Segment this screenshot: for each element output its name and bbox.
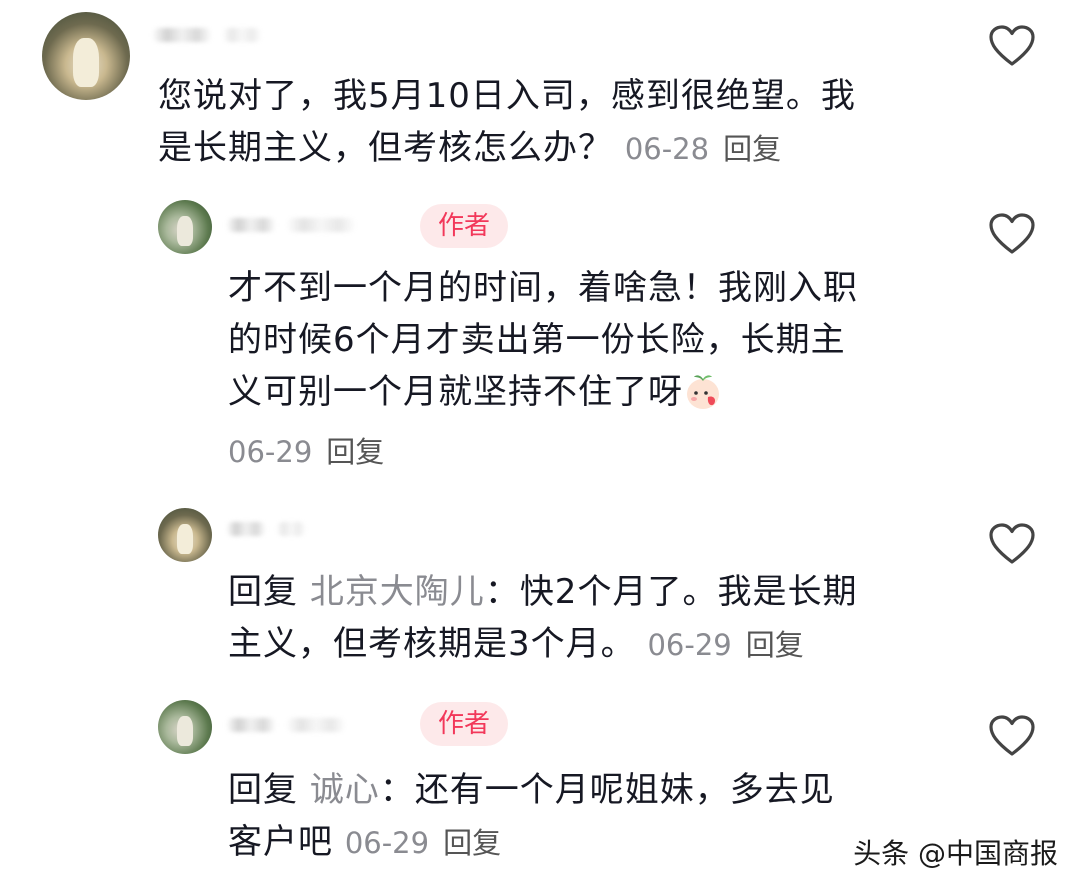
peach-face-emoji-icon <box>687 375 719 409</box>
comment-date: 06-28 <box>624 132 710 166</box>
reply-button[interactable]: 回复 <box>443 826 501 860</box>
comment-text: 回复 诚心：还有一个月呢姐妹，多去见 客户吧 06-29 回复 <box>228 770 835 862</box>
reply-prefix: 回复 <box>228 572 298 612</box>
comment-date: 06-29 <box>647 628 732 662</box>
heart-outline-icon[interactable] <box>988 24 1036 68</box>
heart-outline-icon[interactable] <box>988 522 1036 566</box>
comment-item-3: 回复 北京大陶儿：快2个月了。我是长期 主义，但考核期是3个月。 06-29 回复 <box>0 500 1080 690</box>
author-badge: 作者 <box>420 702 509 746</box>
avatar[interactable] <box>158 700 212 754</box>
comment-date: 06-29 <box>228 435 313 469</box>
username-blurred[interactable] <box>226 514 306 544</box>
comment-item-1: 您说对了，我5月10日入司，感到很绝望。我 是长期主义，但考核怎么办？ 06-2… <box>0 0 1080 190</box>
comment-text: 回复 北京大陶儿：快2个月了。我是长期 主义，但考核期是3个月。 06-29 回复 <box>228 572 858 664</box>
username-blurred[interactable] <box>226 710 346 740</box>
heart-outline-icon[interactable] <box>988 212 1036 256</box>
comment-item-2: 作者 才不到一个月的时间，着啥急！我刚入职 的时候6个月才卖出第一份长险，长期主… <box>0 190 1080 490</box>
avatar[interactable] <box>158 200 212 254</box>
author-badge: 作者 <box>420 204 509 248</box>
avatar[interactable] <box>158 508 212 562</box>
comment-date: 06-29 <box>344 826 430 860</box>
avatar[interactable] <box>42 12 130 100</box>
reply-button[interactable]: 回复 <box>326 435 384 469</box>
username-blurred[interactable] <box>152 20 262 50</box>
heart-outline-icon[interactable] <box>988 714 1036 758</box>
reply-to-username[interactable]: 诚心 <box>310 770 380 810</box>
comment-text: 您说对了，我5月10日入司，感到很绝望。我 是长期主义，但考核怎么办？ 06-2… <box>158 76 856 168</box>
reply-button[interactable]: 回复 <box>723 132 781 166</box>
reply-prefix: 回复 <box>228 770 298 810</box>
reply-to-username[interactable]: 北京大陶儿 <box>310 572 485 612</box>
username-blurred[interactable] <box>226 210 356 240</box>
watermark: 头条 @中国商报 <box>853 837 1058 870</box>
reply-button[interactable]: 回复 <box>746 628 804 662</box>
comment-text: 才不到一个月的时间，着啥急！我刚入职 的时候6个月才卖出第一份长险，长期主 义可… <box>228 268 858 469</box>
